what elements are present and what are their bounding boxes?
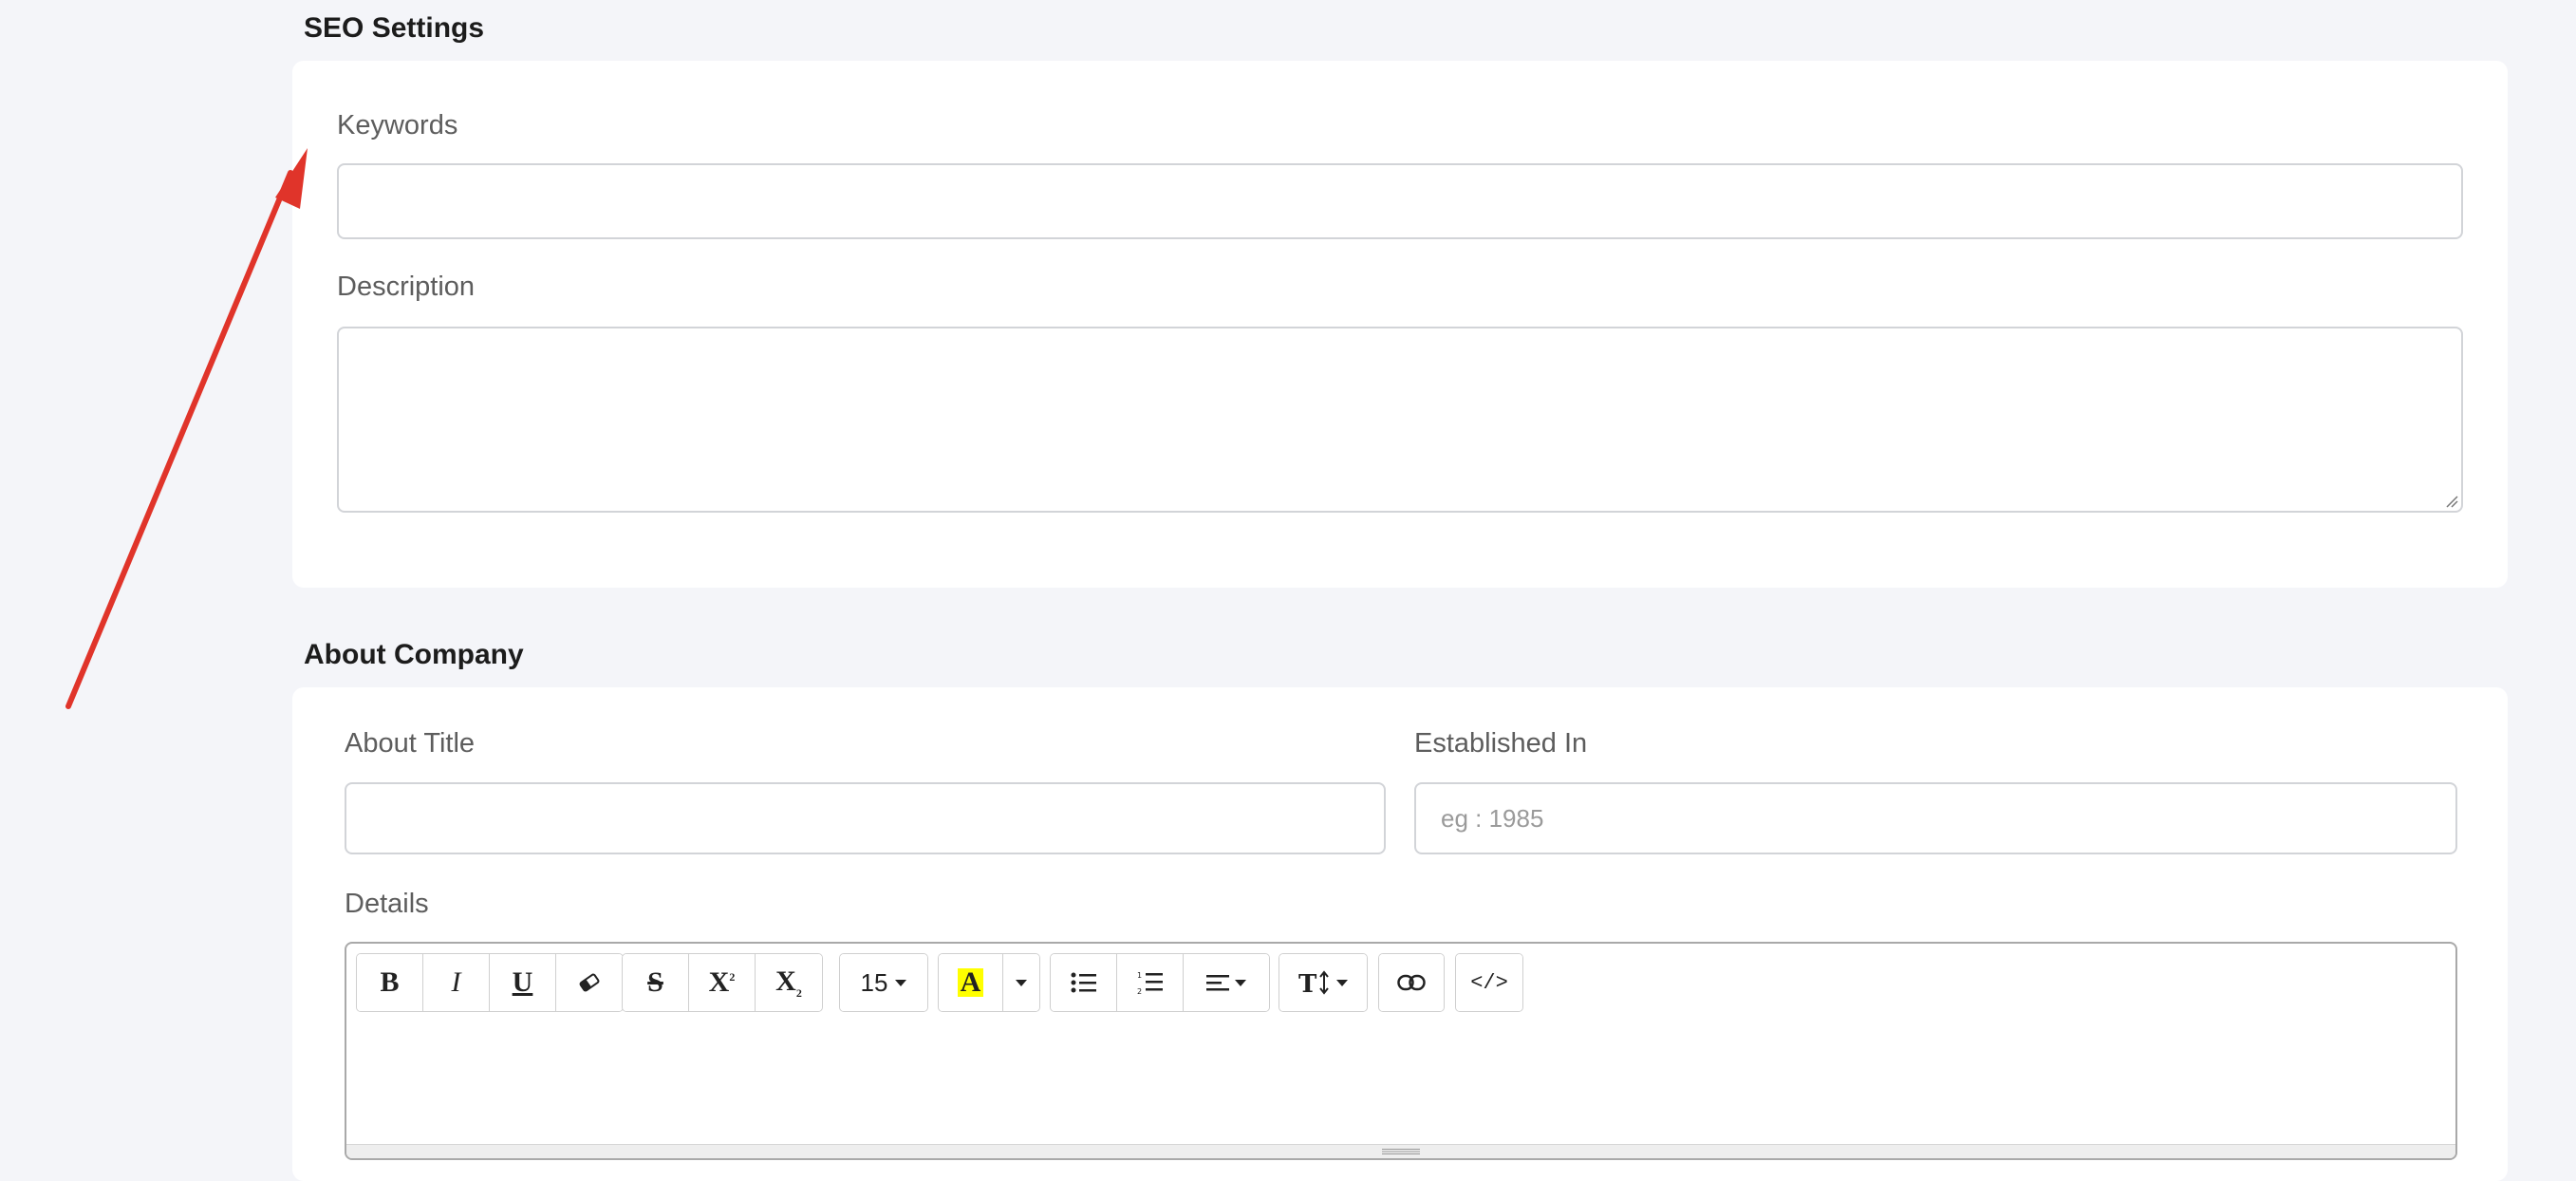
resize-handle-icon[interactable] (1382, 1148, 1420, 1155)
annotation-arrow-overlay (65, 148, 308, 709)
annotation-arrow-shaft (65, 170, 293, 709)
